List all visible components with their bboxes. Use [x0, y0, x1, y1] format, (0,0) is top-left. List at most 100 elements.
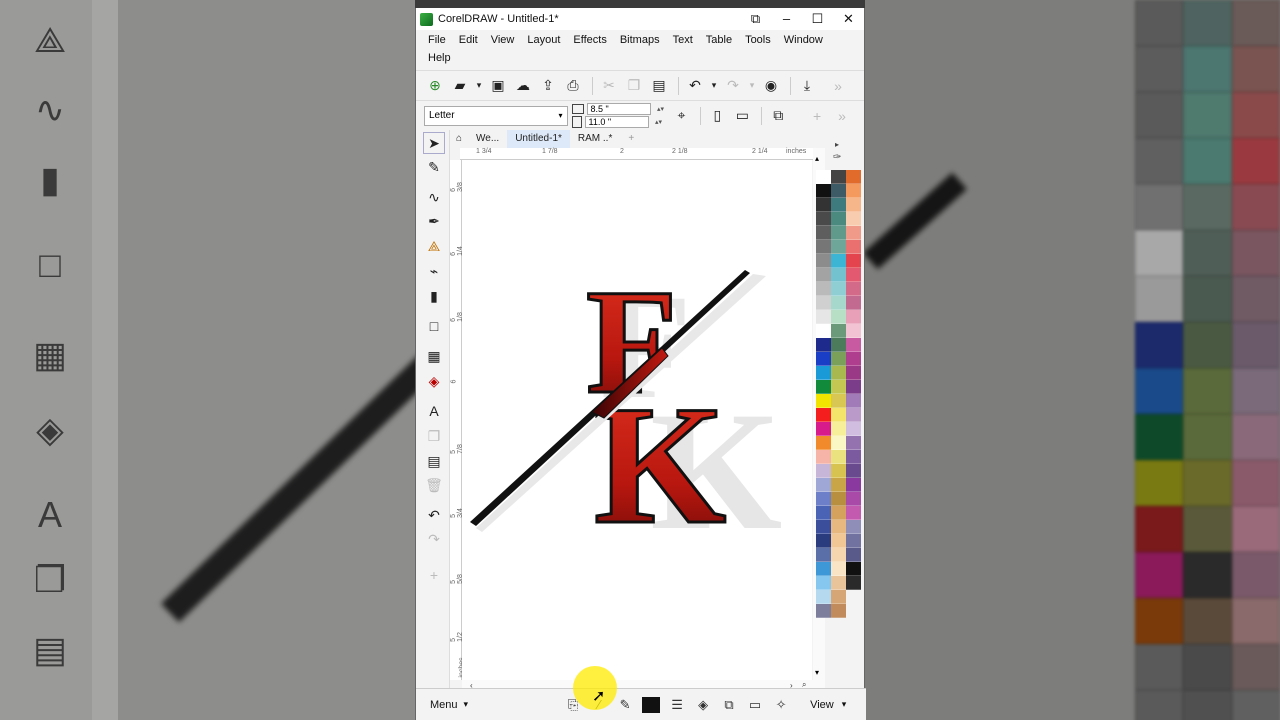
palette-swatch[interactable]	[831, 310, 846, 324]
menu-table[interactable]: Table	[700, 32, 739, 50]
palette-swatch[interactable]	[846, 548, 861, 562]
palette-swatch[interactable]	[831, 324, 846, 338]
hints-icon[interactable]: ✧	[768, 697, 794, 713]
palette-swatch[interactable]	[846, 310, 861, 324]
palette-swatch[interactable]	[831, 254, 846, 268]
palette-swatch[interactable]	[816, 184, 831, 198]
delete-icon[interactable]: 🗑	[423, 474, 445, 496]
palette-swatch[interactable]	[816, 576, 831, 590]
palette-swatch[interactable]	[816, 436, 831, 450]
page-size-select[interactable]: Letter ▾	[424, 105, 568, 126]
palette-swatch[interactable]	[846, 170, 861, 184]
palette-swatch[interactable]	[831, 604, 846, 618]
palette-swatch[interactable]	[831, 534, 846, 548]
palette-swatch[interactable]	[816, 450, 831, 464]
palette-swatch[interactable]	[831, 506, 846, 520]
palette-swatch[interactable]	[816, 478, 831, 492]
print-icon[interactable]: ⎙	[562, 75, 584, 97]
menu-view[interactable]: View	[485, 32, 522, 50]
shape-tool-icon[interactable]: ✎	[423, 156, 445, 178]
palette-swatch[interactable]	[816, 464, 831, 478]
palette-swatch[interactable]	[846, 450, 861, 464]
tab-ram[interactable]: RAM ..*	[570, 130, 620, 148]
palette-swatch[interactable]	[816, 296, 831, 310]
copy-properties-icon[interactable]: ❐	[423, 425, 445, 447]
menu-window[interactable]: Window	[778, 32, 830, 50]
menu-effects[interactable]: Effects	[567, 32, 613, 50]
redo-icon[interactable]: ↷	[722, 75, 744, 97]
palette-swatch[interactable]	[831, 296, 846, 310]
palette-swatch[interactable]	[846, 394, 861, 408]
palette-swatch[interactable]	[831, 422, 846, 436]
palette-swatch[interactable]	[816, 338, 831, 352]
fill-swatch[interactable]	[642, 696, 661, 713]
palette-swatch[interactable]	[846, 464, 861, 478]
more-icon[interactable]: »	[831, 105, 853, 127]
paste-tool-icon[interactable]: ▤	[423, 450, 445, 472]
palette-swatch[interactable]	[846, 184, 861, 198]
menu-bitmaps[interactable]: Bitmaps	[614, 32, 667, 50]
palette-swatch[interactable]	[831, 520, 846, 534]
palette-swatch[interactable]	[816, 506, 831, 520]
palette-swatch[interactable]	[846, 380, 861, 394]
palette-swatch[interactable]	[816, 604, 831, 618]
save-icon[interactable]: ▣	[487, 75, 509, 97]
palette-swatch[interactable]	[831, 394, 846, 408]
palette-swatch[interactable]	[816, 254, 831, 268]
maximize-button[interactable]: ☐	[802, 11, 833, 27]
palette-swatch[interactable]	[831, 576, 846, 590]
palette-expand-icon[interactable]: ▸	[835, 140, 839, 149]
chevron-down-icon[interactable]: ▾	[474, 75, 484, 97]
fk-logo[interactable]: F K F K	[462, 160, 812, 680]
palette-swatch[interactable]	[816, 240, 831, 254]
palette-swatch[interactable]	[846, 226, 861, 240]
minimize-button[interactable]: –	[771, 11, 802, 27]
palette-swatch[interactable]	[816, 324, 831, 338]
palette-swatch[interactable]	[831, 408, 846, 422]
undo-tool-icon[interactable]: ↶	[423, 504, 445, 526]
transform-icon[interactable]: ⧉	[716, 697, 742, 713]
palette-swatch[interactable]	[846, 436, 861, 450]
palette-swatch[interactable]	[816, 548, 831, 562]
palette-swatch[interactable]	[816, 590, 831, 604]
palette-swatch[interactable]	[846, 506, 861, 520]
artistic-media-icon[interactable]: ✒	[423, 210, 445, 232]
palette-swatch[interactable]	[846, 492, 861, 506]
palette-swatch[interactable]	[816, 408, 831, 422]
add-tool-icon[interactable]: +	[423, 564, 445, 586]
add-icon[interactable]: +	[806, 105, 828, 127]
palette-swatch[interactable]	[846, 338, 861, 352]
scroll-down-icon[interactable]: ▾	[815, 668, 819, 677]
palette-swatch[interactable]	[846, 478, 861, 492]
palette-swatch[interactable]	[846, 324, 861, 338]
palette-swatch[interactable]	[831, 282, 846, 296]
chevron-down-icon[interactable]: ▾	[709, 75, 719, 97]
menu-layout[interactable]: Layout	[521, 32, 567, 50]
text-tool-icon[interactable]: A	[423, 400, 445, 422]
palette-swatch[interactable]	[846, 562, 861, 576]
corel-connect-icon[interactable]: ◉	[760, 75, 782, 97]
palette-swatch[interactable]	[846, 268, 861, 282]
palette-swatch[interactable]	[831, 366, 846, 380]
palette-swatch[interactable]	[846, 422, 861, 436]
palette-swatch[interactable]	[816, 520, 831, 534]
palette-swatch[interactable]	[831, 226, 846, 240]
width-spinner[interactable]: ▴▾	[651, 105, 671, 113]
palette-swatch[interactable]	[846, 254, 861, 268]
redo-tool-icon[interactable]: ↷	[423, 528, 445, 550]
curve-tool-icon[interactable]: ∿	[423, 186, 445, 208]
palette-column-1[interactable]	[816, 170, 831, 618]
palette-swatch[interactable]	[816, 380, 831, 394]
undo-icon[interactable]: ↶	[684, 75, 706, 97]
palette-swatch[interactable]	[831, 590, 846, 604]
palette-swatch[interactable]	[816, 366, 831, 380]
transparency-tool-icon[interactable]: ▦	[423, 345, 445, 367]
restore-icon[interactable]: ⧉	[740, 11, 771, 27]
palette-swatch[interactable]	[816, 534, 831, 548]
menu-tools[interactable]: Tools	[739, 32, 778, 50]
page-height-field[interactable]: 11.0 "	[584, 116, 649, 128]
units-icon[interactable]: ⌖	[671, 105, 693, 127]
align-icon[interactable]: ☰	[664, 697, 690, 713]
menu-file[interactable]: File	[422, 32, 453, 50]
drawing-canvas[interactable]: F K F K	[462, 160, 812, 680]
